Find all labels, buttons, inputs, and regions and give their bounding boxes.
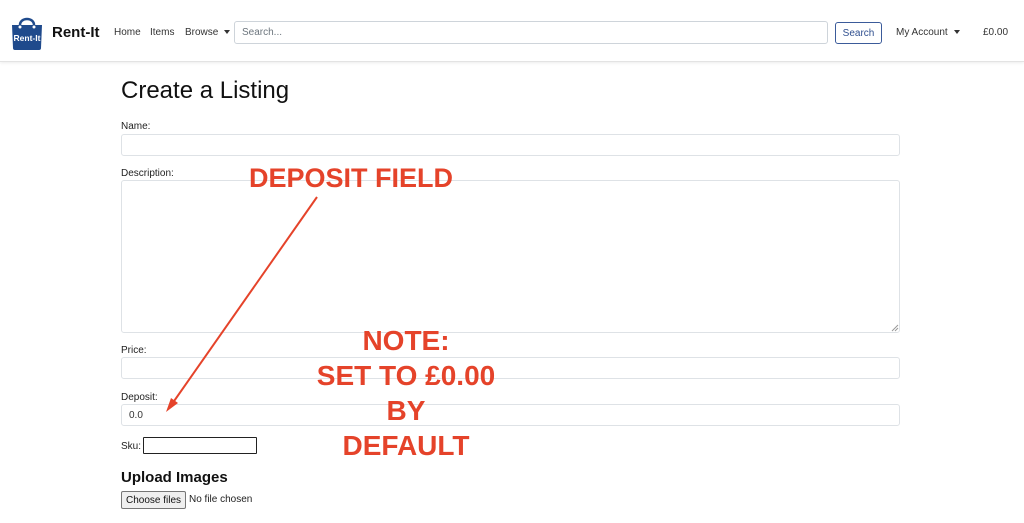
description-field[interactable] xyxy=(121,180,900,333)
cart-total[interactable]: £0.00 xyxy=(983,27,1008,38)
account-dropdown[interactable]: My Account xyxy=(896,27,960,38)
sku-field[interactable] xyxy=(143,437,257,454)
name-field[interactable] xyxy=(121,134,900,156)
deposit-label: Deposit: xyxy=(121,392,158,403)
price-label: Price: xyxy=(121,345,147,356)
navbar: Rent-It Rent-It Home Items Browse Search… xyxy=(0,0,1024,62)
search-input[interactable] xyxy=(234,21,828,44)
resize-grip-icon[interactable] xyxy=(890,323,899,332)
name-label: Name: xyxy=(121,121,151,132)
deposit-field-callout: DEPOSIT FIELD xyxy=(248,163,454,193)
note-line: DEFAULT xyxy=(342,430,470,461)
note-line: BY xyxy=(386,395,426,426)
default-note: NOTE: SET TO £0.00 BY DEFAULT xyxy=(296,323,516,463)
file-status-text: No file chosen xyxy=(189,494,253,505)
nav-home-link[interactable]: Home xyxy=(114,27,141,38)
note-line: NOTE: xyxy=(362,325,450,356)
caret-down-icon xyxy=(953,30,960,34)
page-title: Create a Listing xyxy=(121,77,290,104)
description-label: Description: xyxy=(121,168,174,179)
search-button[interactable]: Search xyxy=(835,22,882,44)
nav-browse-label: Browse xyxy=(185,27,219,38)
note-line: SET TO £0.00 xyxy=(316,360,496,391)
nav-items-link[interactable]: Items xyxy=(150,27,174,38)
account-label: My Account xyxy=(896,27,948,38)
choose-files-button[interactable]: Choose files xyxy=(121,491,186,509)
logo-text: Rent-It xyxy=(14,33,41,43)
upload-images-heading: Upload Images xyxy=(121,469,228,486)
shopping-bag-logo-icon[interactable]: Rent-It xyxy=(8,13,46,51)
brand-title[interactable]: Rent-It xyxy=(52,24,100,41)
sku-label: Sku: xyxy=(121,441,142,452)
caret-down-icon xyxy=(224,30,231,34)
nav-browse-dropdown[interactable]: Browse xyxy=(185,27,231,38)
